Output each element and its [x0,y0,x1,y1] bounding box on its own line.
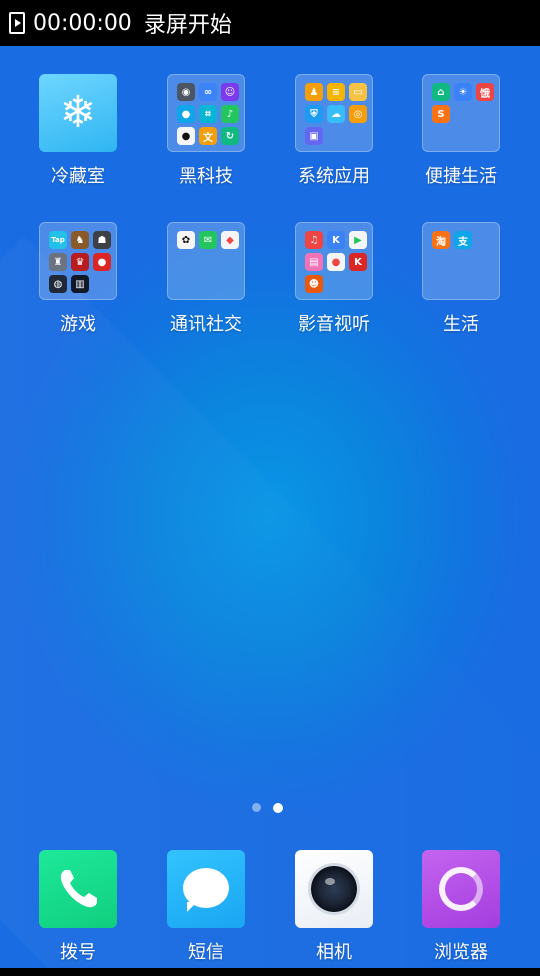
game-mini-icon: ♞ [71,231,89,249]
sync-mini-icon: ↻ [221,127,239,145]
screen-record-icon [9,12,25,34]
alipay-mini-icon: 支 [454,231,472,249]
browser-icon [439,867,483,911]
phone-app-icon[interactable] [39,850,117,928]
folder-games-icon[interactable]: Tap ♞ ☗ ♜ ♛ ● ◍ ▥ [39,222,117,300]
folder-black-tech[interactable]: ◉ ∞ ☺ ● ⌗ ♪ ● 文 ↻ 黑科技 [142,74,270,214]
dock-browser[interactable]: 浏览器 [397,850,525,968]
folder-tech-icon[interactable]: ◉ ∞ ☺ ● ⌗ ♪ ● 文 ↻ [167,74,245,152]
folder-system-apps[interactable]: ♟ ≡ ▭ ⛨ ☁ ◎ ▣ 系统应用 [270,74,398,214]
game-mini-icon: ● [93,253,111,271]
piano-mini-icon: ▥ [71,275,89,293]
app-label: 冷藏室 [51,166,105,187]
camera-app-icon[interactable] [295,850,373,928]
taobao-mini-icon: 淘 [432,231,450,249]
camera-icon [308,863,360,915]
app-mini-icon: ◉ [177,83,195,101]
dock-label: 短信 [188,942,224,963]
notes-mini-icon: ≡ [327,83,345,101]
security-mini-icon: ⛨ [305,105,323,123]
record-timer: 00:00:00 [33,10,132,36]
folder-life-icon[interactable]: 淘 支 [422,222,500,300]
folder-convenience-icon[interactable]: ⌂ ☀ 饿 S [422,74,500,152]
dock-camera[interactable]: 相机 [270,850,398,968]
app-mini-icon: ☺ [221,83,239,101]
cloud-mini-icon: ☁ [327,105,345,123]
dock-label: 浏览器 [434,942,488,963]
folder-life[interactable]: 淘 支 生活 [397,222,525,362]
folder-label: 黑科技 [179,166,233,187]
files-mini-icon: ▭ [349,83,367,101]
wallet-mini-icon: ◎ [349,105,367,123]
page-dot-active[interactable] [273,803,283,813]
mic-mini-icon: ♪ [221,105,239,123]
dock-phone[interactable]: 拨号 [14,850,142,968]
folder-media-icon[interactable]: ♫ K ▶ ▤ ● K ☻ [295,222,373,300]
browser-app-icon[interactable] [422,850,500,928]
folder-label: 游戏 [60,314,96,335]
dock-messages[interactable]: 短信 [142,850,270,968]
scan-mini-icon: ⌗ [199,105,217,123]
app-freezer[interactable]: ❄ 冷藏室 [14,74,142,214]
home-mini-icon: ⌂ [432,83,450,101]
game-mini-icon: ◍ [49,275,67,293]
game-mini-icon: ☗ [93,231,111,249]
freezer-app-icon[interactable]: ❄ [39,74,117,152]
folder-label: 影音视听 [298,314,370,335]
phone-icon [60,870,97,908]
qq-mini-icon: ✿ [177,231,195,249]
folder-social[interactable]: ✿ ✉ ◆ 通讯社交 [142,222,270,362]
record-status-label: 录屏开始 [143,13,232,38]
app-mini-icon: ∞ [199,83,217,101]
home-screen: ❄ 冷藏室 ◉ ∞ ☺ ● ⌗ ♪ ● 文 ↻ 黑科技 ♟ ≡ ▭ ⛨ ☁ ◎ … [0,46,540,968]
folder-label: 生活 [443,314,479,335]
folder-label: 便捷生活 [425,166,497,187]
status-bar: 00:00:00 录屏开始 [0,0,540,46]
folder-label: 系统应用 [298,166,370,187]
karaoke-mini-icon: ● [327,253,345,271]
taptap-mini-icon: Tap [49,231,67,249]
page-indicator[interactable] [252,803,283,813]
page-dot[interactable] [252,803,261,812]
camera-mini-icon: ● [177,127,195,145]
message-icon [183,868,229,912]
kwai-mini-icon: K [349,253,367,271]
folder-social-icon[interactable]: ✿ ✉ ◆ [167,222,245,300]
game-mini-icon: ♛ [71,253,89,271]
play-mini-icon: ▶ [349,231,367,249]
game-mini-icon: ♜ [49,253,67,271]
snowflake-icon: ❄ [59,87,97,138]
navigation-bar [0,968,540,976]
dock-label: 相机 [316,942,352,963]
delivery-mini-icon: 饿 [476,83,494,101]
weather-mini-icon: ☀ [454,83,472,101]
contacts-mini-icon: ♟ [305,83,323,101]
folder-media[interactable]: ♫ K ▶ ▤ ● K ☻ 影音视听 [270,222,398,362]
wechat-mini-icon: ✉ [199,231,217,249]
folder-games[interactable]: Tap ♞ ☗ ♜ ♛ ● ◍ ▥ 游戏 [14,222,142,362]
translate-mini-icon: 文 [199,127,217,145]
lion-mini-icon: ☻ [305,275,323,293]
folder-label: 通讯社交 [170,314,242,335]
kugou-mini-icon: K [327,231,345,249]
location-mini-icon: ● [177,105,195,123]
video-mini-icon: ▤ [305,253,323,271]
folder-convenient-life[interactable]: ⌂ ☀ 饿 S 便捷生活 [397,74,525,214]
messages-app-icon[interactable] [167,850,245,928]
music-mini-icon: ♫ [305,231,323,249]
shop-mini-icon: S [432,105,450,123]
dock-label: 拨号 [60,942,96,963]
folder-system-icon[interactable]: ♟ ≡ ▭ ⛨ ☁ ◎ ▣ [295,74,373,152]
weibo-mini-icon: ◆ [221,231,239,249]
radio-mini-icon: ▣ [305,127,323,145]
